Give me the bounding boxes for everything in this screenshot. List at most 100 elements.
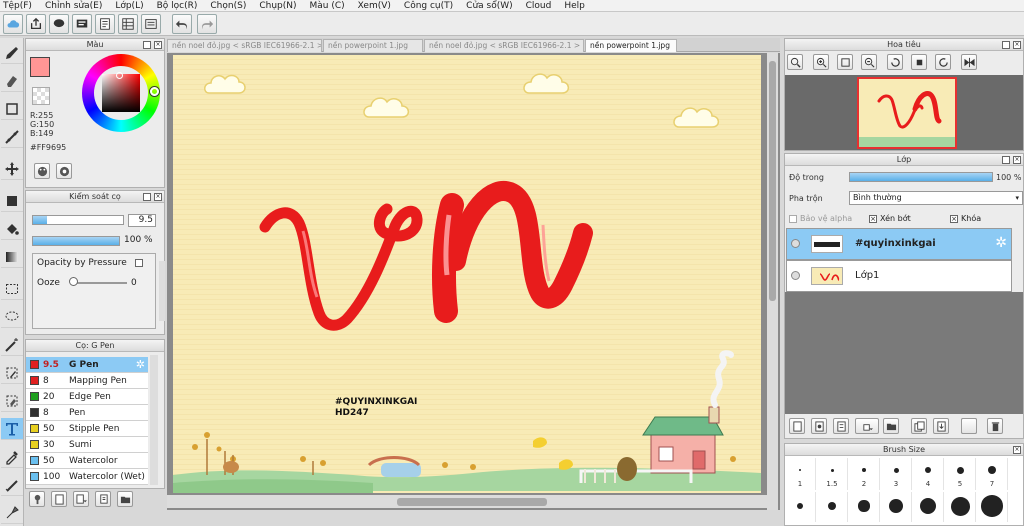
- cloud-icon[interactable]: [3, 14, 23, 34]
- layer-row[interactable]: #quyinxinkgai ✲: [786, 228, 1012, 260]
- restore-icon[interactable]: [1002, 156, 1010, 164]
- brush-icon[interactable]: [29, 491, 45, 507]
- close-icon[interactable]: ×: [154, 193, 162, 201]
- new-layer-icon[interactable]: [789, 418, 805, 434]
- select-pen-tool-icon[interactable]: [1, 362, 23, 384]
- new-vector-layer-icon[interactable]: [811, 418, 827, 434]
- text-tool-icon[interactable]: [1, 418, 23, 440]
- gear-icon[interactable]: ✲: [136, 358, 145, 371]
- undo-icon[interactable]: [172, 14, 192, 34]
- hue-handle[interactable]: [150, 87, 159, 96]
- protect-alpha-option[interactable]: Bảo vệ alpha: [789, 214, 852, 223]
- brush-list-item[interactable]: 8 Pen: [26, 405, 148, 421]
- zoom-in-icon[interactable]: [813, 54, 829, 70]
- menu-select[interactable]: Chọn(S): [210, 1, 246, 11]
- brush-list-item[interactable]: 20 Edge Pen: [26, 389, 148, 405]
- close-icon[interactable]: ×: [154, 41, 162, 49]
- grid-icon[interactable]: [118, 14, 138, 34]
- canvas-vertical-scrollbar[interactable]: [767, 53, 778, 510]
- ooze-slider[interactable]: [71, 282, 127, 284]
- brush-menu-icon[interactable]: [73, 491, 89, 507]
- gear-icon[interactable]: ✲: [995, 235, 1007, 251]
- lock-checkbox[interactable]: ×: [950, 214, 958, 223]
- brush-size-cell[interactable]: 1: [785, 458, 816, 490]
- scroll-thumb[interactable]: [397, 498, 547, 506]
- layer-row[interactable]: Lớp1: [786, 260, 1012, 292]
- protect-alpha-checkbox[interactable]: [789, 214, 797, 223]
- close-icon[interactable]: ×: [1013, 446, 1021, 454]
- select-eraser-tool-icon[interactable]: [1, 390, 23, 412]
- shape-tool-icon[interactable]: [1, 98, 23, 120]
- duplicate-layer-icon[interactable]: [911, 418, 927, 434]
- document-icon[interactable]: [95, 14, 115, 34]
- saturation-square[interactable]: [102, 74, 140, 112]
- canvas-area[interactable]: #QUYINXINKGAI HD247: [167, 53, 780, 510]
- rect-fill-tool-icon[interactable]: [1, 190, 23, 212]
- blend-mode-select[interactable]: Bình thường ▾: [849, 191, 1023, 205]
- palette-icon[interactable]: [34, 163, 50, 179]
- menu-filter[interactable]: Bộ lọc(R): [157, 1, 198, 11]
- eraser-tool-icon[interactable]: [1, 70, 23, 92]
- drawing-canvas[interactable]: #QUYINXINKGAI HD247: [173, 55, 761, 493]
- menu-help[interactable]: Help: [564, 1, 585, 11]
- zoom-tool-icon[interactable]: [1, 502, 23, 524]
- export-icon[interactable]: [26, 14, 46, 34]
- layer-menu-icon[interactable]: [855, 418, 879, 434]
- brush-size-cell[interactable]: [945, 492, 976, 522]
- sv-handle[interactable]: [116, 72, 123, 79]
- rotate-left-icon[interactable]: [887, 54, 903, 70]
- layer-opacity-slider[interactable]: [849, 172, 993, 182]
- line-tool-icon[interactable]: [1, 126, 23, 148]
- tab-document-1[interactable]: nền noel đỏ.jpg < sRGB IEC61966-2.1 >: [167, 39, 322, 52]
- brush-size-cell[interactable]: 5: [945, 458, 976, 490]
- zoom-fit-icon[interactable]: [787, 54, 803, 70]
- menu-capture[interactable]: Chụp(N): [259, 1, 296, 11]
- brush-size-value[interactable]: 9.5: [128, 214, 156, 227]
- lasso-tool-icon[interactable]: [1, 306, 23, 328]
- brush-size-cell[interactable]: [817, 492, 848, 522]
- fit-window-icon[interactable]: [837, 54, 853, 70]
- menu-file[interactable]: Tệp(F): [3, 1, 32, 11]
- gradient-tool-icon[interactable]: [1, 246, 23, 268]
- clear-layer-icon[interactable]: [961, 418, 977, 434]
- restore-icon[interactable]: [143, 193, 151, 201]
- clip-option[interactable]: × Xén bớt: [869, 214, 911, 223]
- restore-icon[interactable]: [143, 41, 151, 49]
- brush-size-cell[interactable]: 2: [849, 458, 880, 490]
- new-half-tone-layer-icon[interactable]: [833, 418, 849, 434]
- brush-size-cell[interactable]: [881, 492, 912, 522]
- folder-icon[interactable]: [883, 418, 899, 434]
- visibility-icon[interactable]: [791, 239, 800, 248]
- brush-tool-icon[interactable]: [1, 42, 23, 64]
- brush-size-cell[interactable]: [913, 492, 944, 522]
- brush-size-cell[interactable]: 3: [881, 458, 912, 490]
- ooze-slider-handle[interactable]: [69, 277, 78, 286]
- brush-list-item[interactable]: 50 Watercolor: [26, 453, 148, 469]
- select-rect-tool-icon[interactable]: [1, 278, 23, 300]
- close-icon[interactable]: ×: [1013, 41, 1021, 49]
- color-wheel[interactable]: [82, 54, 160, 132]
- brush-list-scrollbar[interactable]: [150, 355, 158, 485]
- brush-size-cell[interactable]: [785, 492, 816, 522]
- brush-size-cell[interactable]: 7: [977, 458, 1008, 490]
- color-set-icon[interactable]: [56, 163, 72, 179]
- menu-window[interactable]: Cửa sổ(W): [466, 1, 512, 11]
- brush-list-item[interactable]: 9.5 G Pen ✲: [26, 357, 148, 373]
- menu-color[interactable]: Màu (C): [310, 1, 345, 11]
- visibility-icon[interactable]: [791, 271, 800, 280]
- menu-tools[interactable]: Công cụ(T): [404, 1, 453, 11]
- canvas-horizontal-scrollbar[interactable]: [167, 495, 767, 508]
- menu-view[interactable]: Xem(V): [358, 1, 391, 11]
- menu-edit[interactable]: Chỉnh sửa(E): [45, 1, 102, 11]
- magic-wand-tool-icon[interactable]: [1, 334, 23, 356]
- snap-icon[interactable]: [141, 14, 161, 34]
- lock-option[interactable]: × Khóa: [950, 214, 981, 223]
- trash-icon[interactable]: [987, 418, 1003, 434]
- clip-checkbox[interactable]: ×: [869, 214, 877, 223]
- menu-cloud[interactable]: Cloud: [526, 1, 552, 11]
- main-color-swatch[interactable]: [30, 57, 50, 77]
- tab-document-2[interactable]: nền powerpoint 1.jpg: [323, 39, 423, 52]
- brush-size-slider[interactable]: [32, 215, 124, 225]
- new-brush-icon[interactable]: [51, 491, 67, 507]
- brush-list-item[interactable]: 8 Mapping Pen: [26, 373, 148, 389]
